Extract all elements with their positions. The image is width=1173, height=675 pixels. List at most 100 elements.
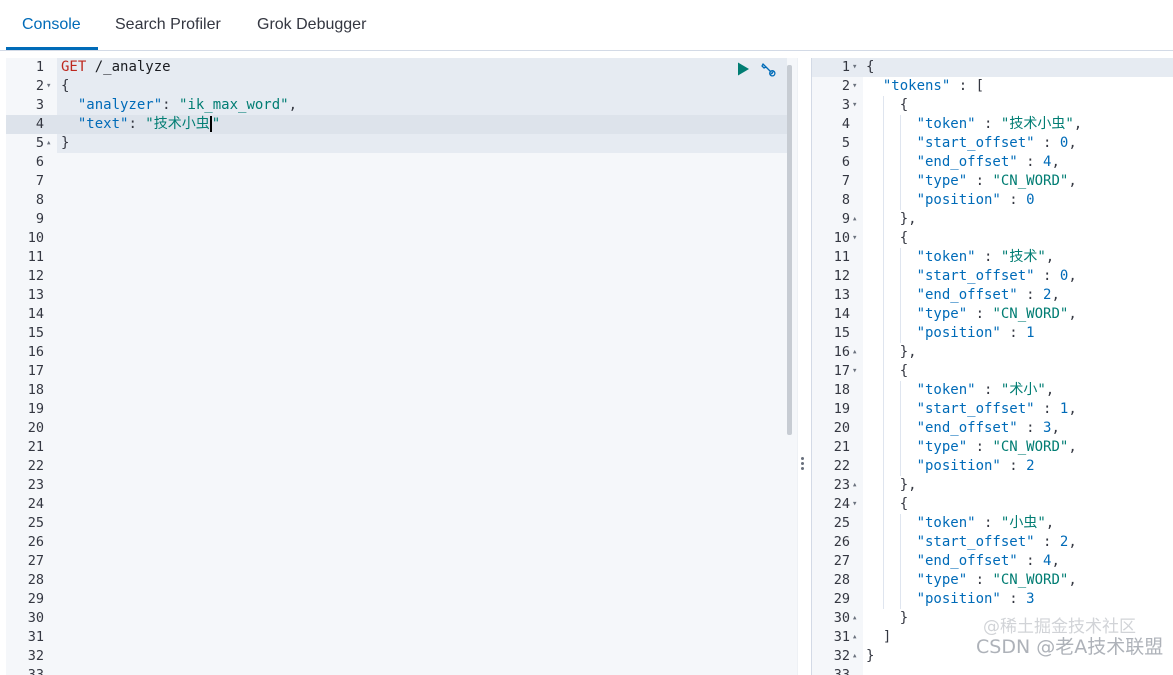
tab-search-profiler[interactable]: Search Profiler: [115, 0, 221, 50]
code-token: 0: [1026, 192, 1035, 208]
code-text: },: [866, 343, 917, 362]
wrench-icon[interactable]: [760, 61, 777, 78]
unfold-toggle-icon[interactable]: ▴: [852, 628, 862, 647]
line-number: 19: [833, 401, 850, 417]
line-number: 28: [27, 572, 44, 588]
code-line: 27: [6, 552, 797, 571]
code-token: "技术小虫: [145, 116, 210, 132]
line-number: 20: [833, 420, 850, 436]
code-token: :: [1000, 458, 1027, 474]
code-line: 24 ▾ {: [812, 495, 1173, 514]
code-line: 3 ▾ {: [812, 96, 1173, 115]
code-line: 10 ▾ {: [812, 229, 1173, 248]
code-line: 23 ▴ },: [812, 476, 1173, 495]
line-number: 1: [35, 59, 44, 75]
code-token: "position": [916, 458, 1001, 474]
code-token: :: [1000, 591, 1027, 607]
code-token: :: [162, 97, 180, 113]
line-number: 33: [27, 667, 44, 675]
line-number: 7: [35, 173, 44, 189]
code-line: 30: [6, 609, 797, 628]
fold-toggle-icon[interactable]: ▾: [852, 495, 862, 514]
code-token: 1: [1026, 325, 1035, 341]
line-number: 25: [833, 515, 850, 531]
fold-toggle-icon[interactable]: ▾: [852, 362, 862, 381]
fold-toggle-icon[interactable]: ▾: [852, 58, 862, 77]
resize-dot: [801, 457, 804, 460]
unfold-toggle-icon[interactable]: ▴: [852, 609, 862, 628]
code-token: ,: [288, 97, 298, 113]
code-line: 25: [6, 514, 797, 533]
resize-dot: [801, 462, 804, 465]
code-line: 20 "end_offset" : 3,: [812, 419, 1173, 438]
code-token: {: [866, 97, 909, 113]
code-line: 22: [6, 457, 797, 476]
code-token: :: [975, 116, 1001, 132]
fold-toggle-icon[interactable]: ▾: [852, 229, 862, 248]
code-text: }: [866, 609, 908, 628]
line-number: 20: [27, 420, 44, 436]
play-icon[interactable]: [735, 61, 751, 77]
code-token: },: [866, 477, 917, 493]
code-token: ,: [1068, 534, 1077, 550]
code-line: 8: [6, 191, 797, 210]
code-text: "token" : "术小",: [866, 381, 1055, 400]
unfold-toggle-icon[interactable]: ▴: [852, 647, 862, 666]
code-text: "position" : 2: [866, 457, 1035, 476]
code-text: {: [866, 495, 908, 514]
code-line: 17: [6, 362, 797, 381]
line-number: 6: [841, 154, 850, 170]
code-line: 13: [6, 286, 797, 305]
code-token: "token": [916, 382, 976, 398]
code-token: 2: [1026, 458, 1035, 474]
code-text: "text": "技术小虫 ": [61, 115, 220, 134]
code-line: 24: [6, 495, 797, 514]
response-viewer[interactable]: 1 ▾{2 ▾ "tokens" : [3 ▾ {4 "token" : "技术小虫"…: [812, 58, 1173, 675]
code-line: 12 "start_offset" : 0,: [812, 267, 1173, 286]
code-token: :: [975, 249, 1001, 265]
request-editor[interactable]: 1 GET /_analyze 2 ▾ {3 "analyzer": "ik_max_w…: [6, 58, 797, 675]
unfold-toggle-icon[interactable]: ▴: [852, 476, 862, 495]
code-token: :: [1000, 325, 1027, 341]
unfold-toggle-icon[interactable]: ▴: [46, 134, 56, 153]
code-line: 15: [6, 324, 797, 343]
code-token: "analyzer": [77, 97, 163, 113]
fold-toggle-icon[interactable]: ▾: [852, 77, 862, 96]
code-text: "token" : "小虫",: [866, 514, 1055, 533]
line-number: 22: [833, 458, 850, 474]
line-number: 8: [841, 192, 850, 208]
line-number: 15: [27, 325, 44, 341]
line-number: 24: [833, 496, 850, 512]
code-token: : [: [950, 78, 985, 94]
code-text: "start_offset" : 0,: [866, 134, 1077, 153]
fold-toggle-icon[interactable]: ▾: [46, 77, 56, 96]
code-token: ,: [1068, 572, 1077, 588]
unfold-toggle-icon[interactable]: ▴: [852, 210, 862, 229]
code-token: ,: [1068, 439, 1077, 455]
code-line: 7: [6, 172, 797, 191]
code-text: "type" : "CN_WORD",: [866, 571, 1077, 590]
tab-grok-debugger[interactable]: Grok Debugger: [257, 0, 366, 50]
code-line: 3 "analyzer": "ik_max_word",: [6, 96, 797, 115]
fold-toggle-icon[interactable]: ▾: [852, 96, 862, 115]
resize-dot: [801, 467, 804, 470]
code-token: "技术": [1000, 249, 1046, 265]
code-token: },: [866, 344, 917, 360]
unfold-toggle-icon[interactable]: ▴: [852, 343, 862, 362]
pane-resize-handle[interactable]: [801, 457, 805, 473]
code-token: ,: [1068, 268, 1077, 284]
code-text: {: [866, 229, 908, 248]
code-token: "tokens": [882, 78, 951, 94]
code-text: "end_offset" : 3,: [866, 419, 1060, 438]
tab-console[interactable]: Console: [22, 0, 81, 50]
code-token: }: [866, 610, 909, 626]
code-line: 2 ▾ {: [6, 77, 797, 96]
line-number: 17: [27, 363, 44, 379]
pane-divider: [797, 58, 798, 675]
request-scrollbar[interactable]: [787, 65, 792, 435]
